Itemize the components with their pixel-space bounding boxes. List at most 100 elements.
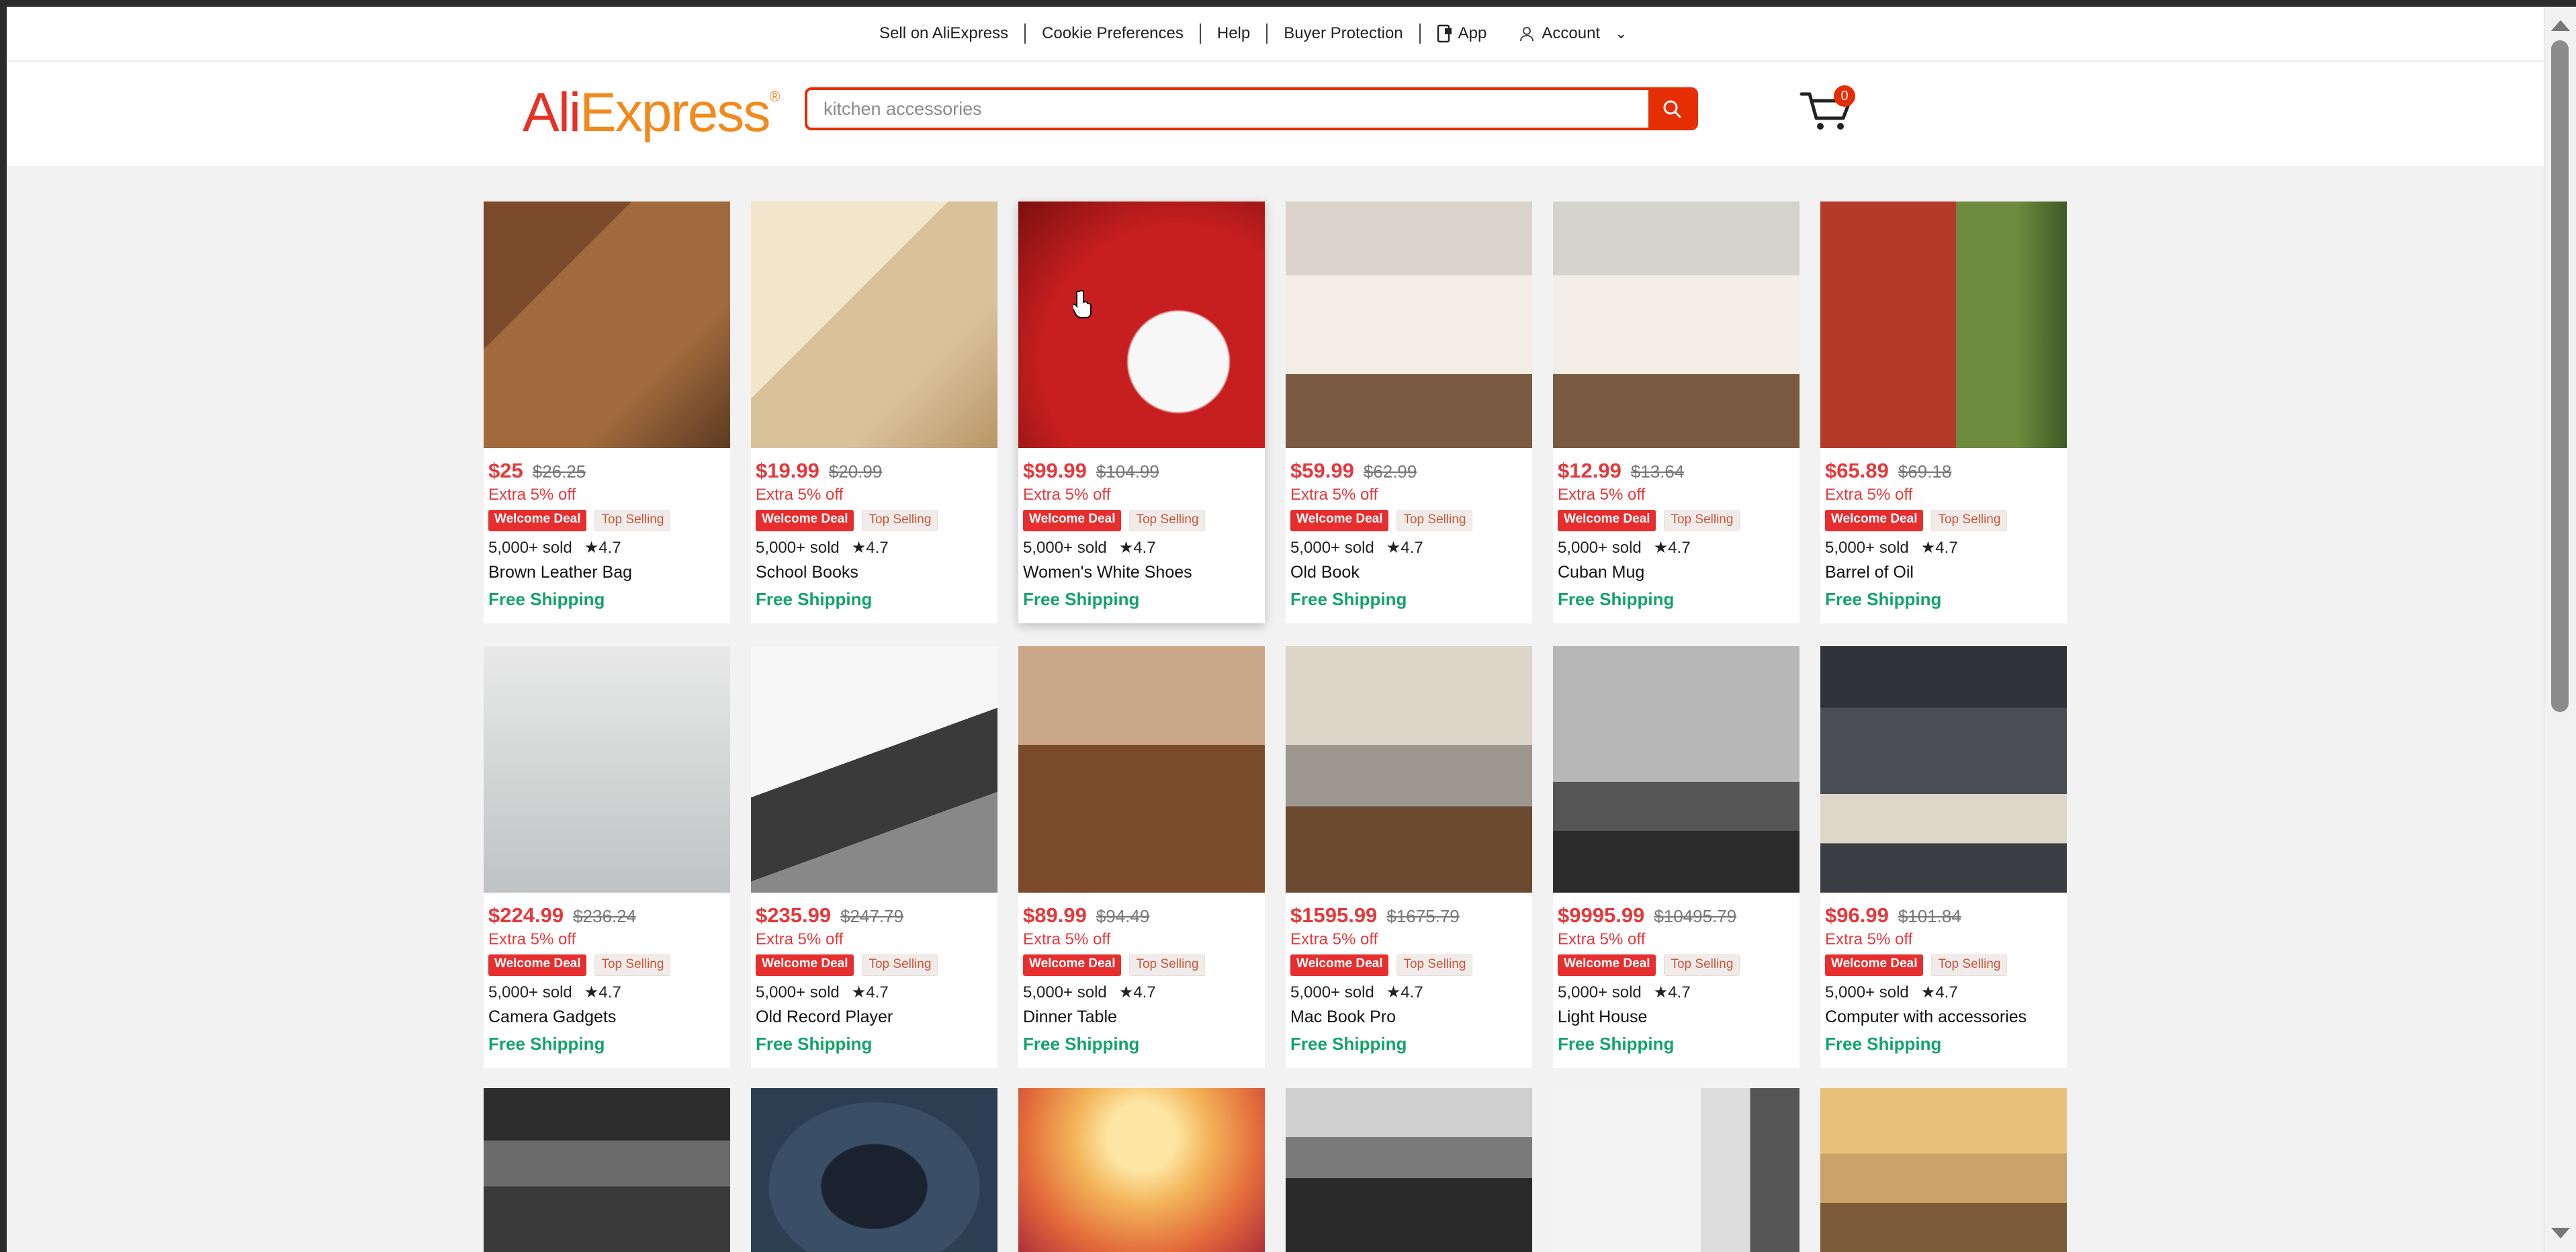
top-selling-badge: Top Selling (594, 510, 671, 531)
product-card[interactable]: $12.99 $13.64 Extra 5% off Welcome Deal … (1553, 202, 1800, 623)
product-card[interactable]: $65.89 $69.18 Extra 5% off Welcome Deal … (1820, 202, 2067, 623)
product-card[interactable]: $59.99 $62.99 Extra 5% off Welcome Deal … (1286, 202, 1532, 623)
extra-discount: Extra 5% off (488, 930, 576, 948)
sold-count: 5,000+ sold (1825, 983, 1909, 1001)
product-price: $1595.99 (1290, 903, 1378, 927)
product-name[interactable]: Computer with accessories (1825, 1008, 2062, 1027)
product-price: $235.99 (756, 903, 832, 927)
scrollbar-thumb[interactable] (2551, 40, 2569, 712)
product-original-price: $1675.79 (1386, 906, 1460, 926)
product-thumbnail[interactable] (1553, 1088, 1800, 1252)
buyer-protection-link[interactable]: Buyer Protection (1268, 24, 1419, 43)
free-shipping-label: Free Shipping (488, 589, 605, 609)
scroll-down-arrow-icon[interactable] (2551, 1228, 2570, 1239)
product-name[interactable]: Cuban Mug (1558, 563, 1795, 582)
logo-ali: Ali (523, 82, 581, 143)
product-price: $12.99 (1558, 459, 1622, 482)
product-info: $89.99 $94.49 Extra 5% off Welcome Deal … (1018, 903, 1265, 1055)
aliexpress-logo[interactable]: AliExpress® (523, 82, 781, 143)
badge-row: Welcome Deal Top Selling (488, 954, 725, 976)
product-name[interactable]: School Books (756, 563, 993, 582)
cookie-label: Cookie Preferences (1042, 24, 1184, 42)
product-thumbnail[interactable] (1286, 646, 1532, 893)
free-shipping-label: Free Shipping (756, 1034, 873, 1054)
product-thumbnail[interactable] (1820, 202, 2067, 448)
extra-discount: Extra 5% off (1290, 486, 1378, 504)
top-nav: Sell on AliExpress Cookie Preferences He… (863, 7, 1644, 60)
help-link[interactable]: Help (1201, 24, 1266, 43)
product-original-price: $101.84 (1898, 906, 1961, 926)
product-thumbnail[interactable] (1018, 202, 1265, 448)
product-thumbnail[interactable] (484, 202, 730, 448)
product-thumbnail[interactable] (1018, 646, 1265, 893)
product-card[interactable]: $1595.99 $1675.79 Extra 5% off Welcome D… (1286, 646, 1532, 1068)
product-card[interactable]: $224.99 $236.24 Extra 5% off Welcome Dea… (484, 646, 730, 1068)
product-info: $224.99 $236.24 Extra 5% off Welcome Dea… (484, 903, 730, 1055)
product-original-price: $10495.79 (1654, 906, 1737, 926)
product-thumbnail[interactable] (1286, 202, 1532, 448)
product-name[interactable]: Camera Gadgets (488, 1008, 725, 1027)
rating: ★4.7 (584, 539, 621, 557)
free-shipping-label: Free Shipping (1023, 1034, 1140, 1054)
welcome-deal-badge: Welcome Deal (1558, 510, 1656, 531)
extra-discount: Extra 5% off (1825, 486, 1913, 504)
price-row: $12.99 $13.64 (1558, 459, 1795, 482)
free-shipping-label: Free Shipping (1558, 589, 1675, 609)
free-shipping-label: Free Shipping (488, 1034, 605, 1054)
vertical-scrollbar[interactable] (2544, 7, 2576, 1252)
top-selling-badge: Top Selling (1129, 954, 1206, 976)
badge-row: Welcome Deal Top Selling (1558, 510, 1795, 531)
sold-count: 5,000+ sold (488, 983, 572, 1001)
product-name[interactable]: Light House (1558, 1008, 1795, 1027)
product-name[interactable]: Dinner Table (1023, 1008, 1260, 1027)
product-thumbnail[interactable] (1820, 1088, 2067, 1252)
product-card[interactable]: $25 $26.25 Extra 5% off Welcome Deal Top… (484, 202, 730, 623)
product-name[interactable]: Brown Leather Bag (488, 563, 725, 582)
product-thumbnail[interactable] (751, 1088, 997, 1252)
sold-count: 5,000+ sold (1558, 539, 1642, 557)
welcome-deal-badge: Welcome Deal (756, 510, 854, 531)
product-thumbnail[interactable] (1018, 1088, 1265, 1252)
product-card[interactable]: $19.99 $20.99 Extra 5% off Welcome Deal … (751, 202, 997, 623)
product-thumbnail[interactable] (751, 646, 997, 893)
chevron-down-icon[interactable]: ⌄ (1607, 25, 1627, 42)
product-card[interactable]: $89.99 $94.49 Extra 5% off Welcome Deal … (1018, 646, 1265, 1068)
product-card[interactable]: $9995.99 $10495.79 Extra 5% off Welcome … (1553, 646, 1800, 1068)
extra-discount: Extra 5% off (1558, 930, 1646, 948)
search-button[interactable] (1648, 90, 1695, 128)
welcome-deal-badge: Welcome Deal (1558, 954, 1656, 976)
product-card[interactable]: $99.99 $104.99 Extra 5% off Welcome Deal… (1018, 202, 1265, 623)
scroll-up-arrow-icon[interactable] (2551, 20, 2570, 31)
product-name[interactable]: Old Record Player (756, 1008, 993, 1027)
product-thumbnail[interactable] (484, 1088, 730, 1252)
product-info: $99.99 $104.99 Extra 5% off Welcome Deal… (1018, 459, 1265, 610)
sold-count: 5,000+ sold (1290, 539, 1374, 557)
product-thumbnail[interactable] (1553, 646, 1800, 893)
top-selling-badge: Top Selling (1931, 510, 2008, 531)
product-thumbnail[interactable] (751, 202, 997, 448)
product-name[interactable]: Mac Book Pro (1290, 1008, 1527, 1027)
product-original-price: $104.99 (1096, 461, 1159, 482)
badge-row: Welcome Deal Top Selling (756, 954, 993, 976)
sell-link[interactable]: Sell on AliExpress (863, 24, 1024, 43)
product-thumbnail[interactable] (1286, 1088, 1532, 1252)
product-name[interactable]: Barrel of Oil (1825, 563, 2062, 582)
badge-row: Welcome Deal Top Selling (756, 510, 993, 531)
free-shipping-label: Free Shipping (756, 589, 873, 609)
rating: ★4.7 (584, 983, 621, 1001)
logo-express: Express (580, 82, 770, 143)
product-name[interactable]: Old Book (1290, 563, 1527, 582)
product-name[interactable]: Women's White Shoes (1023, 563, 1260, 582)
product-original-price: $20.99 (828, 461, 883, 482)
sold-count: 5,000+ sold (1023, 539, 1107, 557)
product-card[interactable]: $96.99 $101.84 Extra 5% off Welcome Deal… (1820, 646, 2067, 1068)
extra-discount: Extra 5% off (1825, 930, 1913, 948)
account-menu[interactable]: Account ⌄ (1503, 24, 1643, 43)
product-thumbnail[interactable] (1553, 202, 1800, 448)
product-thumbnail[interactable] (484, 646, 730, 893)
product-thumbnail[interactable] (1820, 646, 2067, 893)
app-link[interactable]: App (1421, 24, 1503, 43)
cookie-preferences-link[interactable]: Cookie Preferences (1026, 24, 1200, 43)
search-input[interactable] (807, 90, 1648, 128)
product-card[interactable]: $235.99 $247.79 Extra 5% off Welcome Dea… (751, 646, 997, 1068)
